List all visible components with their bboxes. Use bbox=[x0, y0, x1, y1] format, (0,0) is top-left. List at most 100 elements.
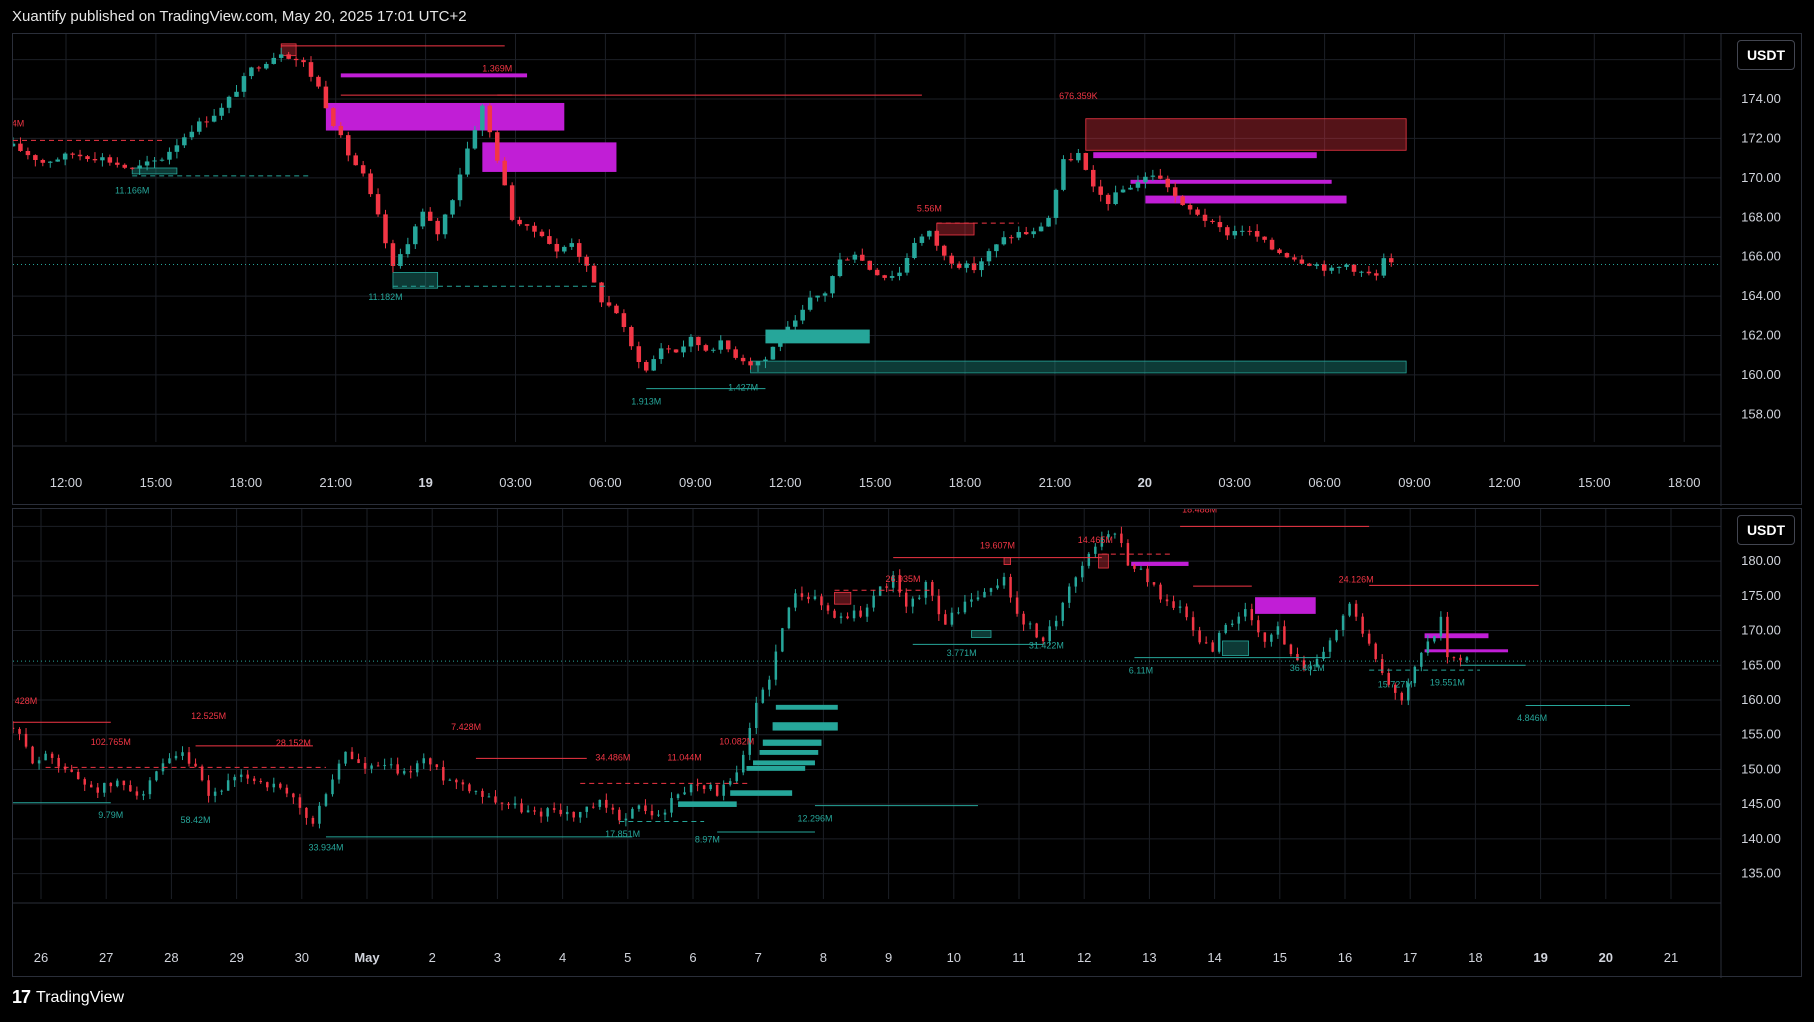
candle-body bbox=[1367, 633, 1371, 644]
tradingview-brand[interactable]: 17 TradingView bbox=[12, 987, 124, 1008]
candle-body bbox=[429, 758, 432, 765]
candle-body bbox=[435, 220, 440, 235]
candle-body bbox=[226, 96, 232, 108]
candle-body bbox=[293, 58, 299, 61]
candle-body bbox=[13, 727, 15, 729]
candle-body bbox=[547, 236, 552, 244]
x-tick-label: 13 bbox=[1142, 950, 1156, 965]
zone-box bbox=[775, 704, 838, 710]
top-chart-panel[interactable]: 12:00 15:00 18:00 21:00 19 03:00 06:00 09:00 12:… bbox=[12, 33, 1803, 506]
zone-box bbox=[772, 722, 838, 731]
candle-body bbox=[676, 794, 680, 799]
candle-body bbox=[860, 254, 865, 261]
candle-body bbox=[1113, 192, 1118, 205]
y-tick-label: 164.00 bbox=[1741, 288, 1781, 303]
candle-body bbox=[696, 784, 699, 786]
candle-body bbox=[370, 765, 373, 769]
candle-body bbox=[18, 143, 23, 151]
candle-body bbox=[1172, 187, 1178, 197]
candle-body bbox=[76, 771, 80, 780]
candle-body bbox=[994, 244, 999, 252]
top-chart-canvas[interactable]: 12:00 15:00 18:00 21:00 19 03:00 06:00 09:00 12:… bbox=[13, 34, 1803, 506]
candle-body bbox=[996, 585, 999, 589]
candle-body bbox=[266, 782, 269, 788]
candle-body bbox=[1016, 232, 1021, 238]
candle-body bbox=[308, 62, 314, 77]
x-tick-label: 9 bbox=[885, 950, 892, 965]
x-tick-label: 09:00 bbox=[1398, 475, 1431, 490]
candle-body bbox=[405, 244, 411, 255]
candle-body bbox=[937, 595, 941, 615]
candle-body bbox=[357, 759, 360, 764]
candle-body bbox=[761, 689, 765, 703]
x-tick-label: 17 bbox=[1403, 950, 1417, 965]
candle-body bbox=[1054, 620, 1058, 627]
volume-label: 19.607M bbox=[980, 541, 1015, 551]
candle-body bbox=[279, 783, 282, 788]
candle-body bbox=[226, 780, 230, 791]
candle-body bbox=[983, 591, 986, 598]
candle-body bbox=[934, 230, 940, 246]
candle-body bbox=[1105, 194, 1111, 205]
candle-body bbox=[487, 105, 493, 133]
candle-body bbox=[1247, 230, 1252, 232]
candle-body bbox=[135, 791, 139, 796]
volume-label: 10.082M bbox=[719, 736, 754, 746]
candle-body bbox=[396, 764, 399, 774]
candle-body bbox=[368, 173, 373, 195]
candle-body bbox=[383, 765, 386, 767]
candle-body bbox=[598, 799, 602, 807]
candle-body bbox=[234, 91, 239, 97]
volume-label: 284M bbox=[13, 119, 24, 129]
candle-body bbox=[249, 67, 254, 77]
x-tick-label: 18:00 bbox=[949, 475, 982, 490]
candle-body bbox=[1257, 620, 1260, 633]
bottom-chart-canvas[interactable]: 26 27 28 29 30 May 2 3 4 5 6 7 8 9 10 11 12 13 14 15 16 17 18 1… bbox=[13, 509, 1803, 978]
x-tick-label: 4 bbox=[559, 950, 566, 965]
currency-button[interactable]: USDT bbox=[1737, 40, 1795, 70]
candle-body bbox=[976, 597, 980, 600]
x-tick-label: 20 bbox=[1599, 950, 1613, 965]
currency-button[interactable]: USDT bbox=[1737, 515, 1795, 545]
candle-body bbox=[637, 805, 641, 809]
candle-body bbox=[606, 302, 612, 306]
x-tick-label: 12:00 bbox=[769, 475, 802, 490]
brand-name: TradingView bbox=[36, 988, 125, 1006]
volume-label: 24.126M bbox=[1339, 575, 1374, 585]
y-tick-label: 168.00 bbox=[1741, 209, 1781, 224]
candle-body bbox=[942, 245, 947, 256]
y-tick-label: 162.00 bbox=[1741, 327, 1781, 342]
x-tick-label: 8 bbox=[820, 950, 827, 965]
candle-body bbox=[963, 601, 967, 613]
candle-body bbox=[572, 811, 575, 818]
candle-body bbox=[1076, 153, 1081, 161]
candle-body bbox=[644, 362, 649, 371]
volume-label: 33.934M bbox=[308, 843, 343, 853]
zone-box bbox=[1085, 118, 1407, 151]
candle-body bbox=[830, 276, 835, 294]
y-tick-label: 175.00 bbox=[1741, 588, 1781, 603]
candle-body bbox=[1074, 577, 1078, 587]
zone-box bbox=[753, 760, 815, 766]
candle-body bbox=[748, 361, 753, 366]
candle-body bbox=[670, 798, 673, 813]
candle-body bbox=[524, 224, 530, 226]
x-tick-label: 29 bbox=[229, 950, 243, 965]
candle-body bbox=[219, 107, 224, 116]
x-tick-label: 12:00 bbox=[50, 475, 83, 490]
candle-body bbox=[1465, 657, 1469, 661]
candle-body bbox=[1133, 565, 1136, 569]
candle-body bbox=[1270, 634, 1273, 642]
bottom-chart-panel[interactable]: 26 27 28 29 30 May 2 3 4 5 6 7 8 9 10 11 12 13 14 15 16 17 18 1… bbox=[12, 508, 1803, 978]
x-tick-label: 21:00 bbox=[319, 475, 352, 490]
candle-body bbox=[350, 751, 354, 760]
candle-body bbox=[733, 349, 738, 358]
candle-body bbox=[944, 614, 947, 625]
x-tick-label: 5 bbox=[624, 950, 631, 965]
x-tick-label: 18:00 bbox=[1668, 475, 1701, 490]
candle-body bbox=[741, 754, 745, 773]
y-tick-label: 166.00 bbox=[1741, 249, 1781, 264]
candle-body bbox=[70, 153, 75, 155]
candle-body bbox=[1361, 616, 1364, 634]
candle-body bbox=[904, 257, 910, 273]
